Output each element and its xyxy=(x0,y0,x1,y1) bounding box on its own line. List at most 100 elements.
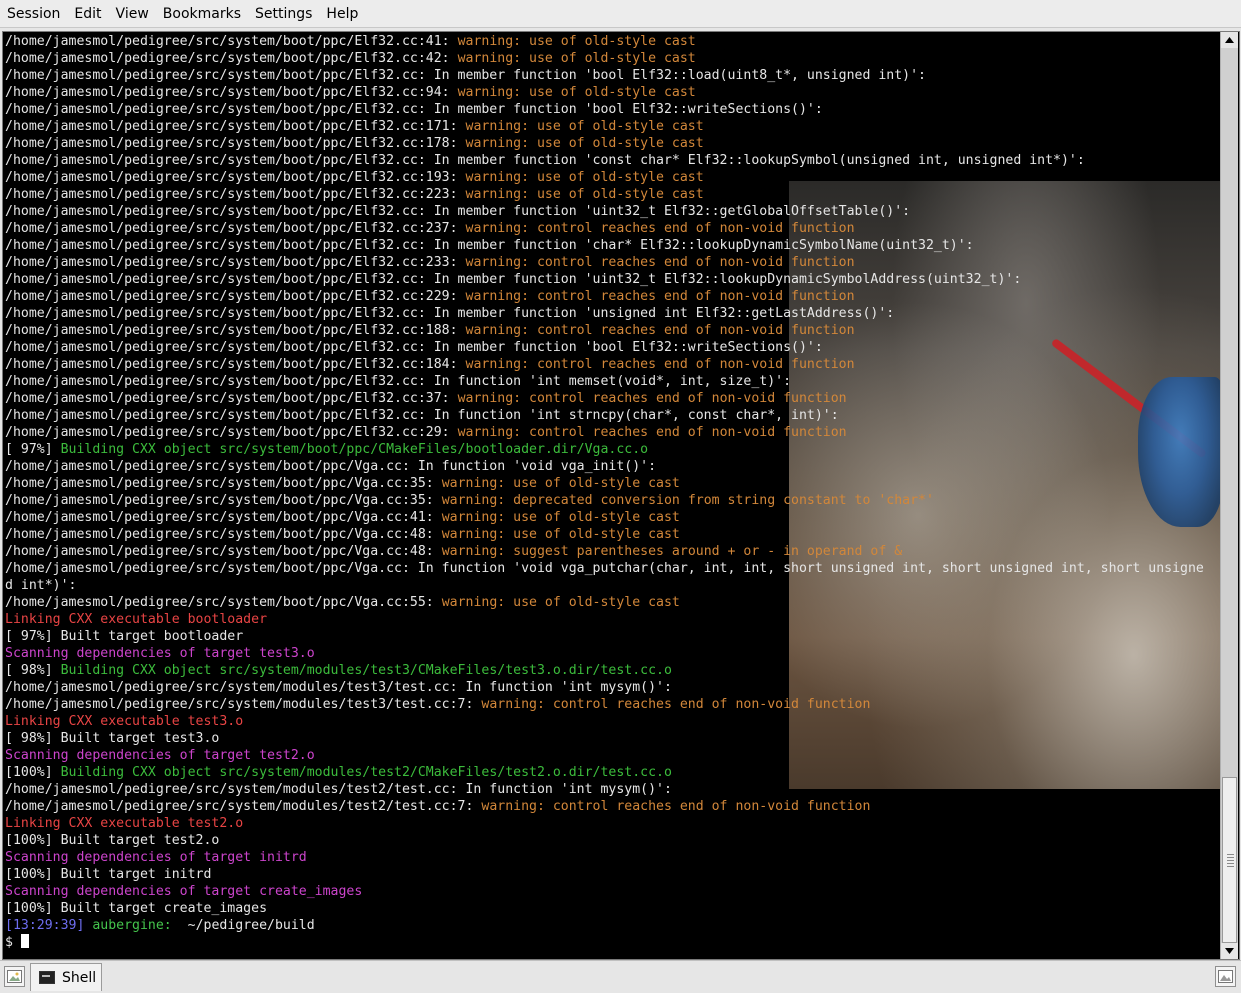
terminal-text-segment: warning: control reaches end of non-void… xyxy=(481,799,871,814)
terminal-text-segment: warning: use of old-style cast xyxy=(441,595,680,610)
menu-edit[interactable]: Edit xyxy=(67,6,108,22)
prompt-symbol: $ xyxy=(5,935,21,950)
scroll-track[interactable] xyxy=(1221,48,1238,943)
terminal-text-segment: Scanning dependencies of target initrd xyxy=(5,850,307,865)
terminal-text-segment: /home/jamesmol/pedigree/src/system/boot/… xyxy=(5,238,974,253)
terminal-line: /home/jamesmol/pedigree/src/system/boot/… xyxy=(5,254,1204,271)
scroll-down-button[interactable] xyxy=(1221,943,1238,959)
menu-session[interactable]: Session xyxy=(0,6,67,22)
terminal-text-segment: /home/jamesmol/pedigree/src/system/modul… xyxy=(5,782,672,797)
desktop-icon-glyph xyxy=(7,970,22,983)
terminal-line: /home/jamesmol/pedigree/src/system/boot/… xyxy=(5,220,1204,237)
terminal-line: /home/jamesmol/pedigree/src/system/boot/… xyxy=(5,475,1204,492)
terminal-text-segment: [ 97%] Built target bootloader xyxy=(5,629,244,644)
terminal-line: /home/jamesmol/pedigree/src/system/boot/… xyxy=(5,543,1204,560)
terminal-text-segment: /home/jamesmol/pedigree/src/system/boot/… xyxy=(5,187,466,202)
terminal-line: /home/jamesmol/pedigree/src/system/boot/… xyxy=(5,203,1204,220)
terminal-line: [100%] Building CXX object src/system/mo… xyxy=(5,764,1204,781)
terminal-line: /home/jamesmol/pedigree/src/system/boot/… xyxy=(5,305,1204,322)
terminal-text-segment: Scanning dependencies of target test3.o xyxy=(5,646,315,661)
terminal-text-segment: Linking CXX executable test2.o xyxy=(5,816,244,831)
terminal-text-segment: warning: use of old-style cast xyxy=(465,136,704,151)
terminal-output[interactable]: /home/jamesmol/pedigree/src/system/boot/… xyxy=(3,32,1220,959)
terminal-text-segment: warning: suggest parentheses around + or… xyxy=(441,544,903,559)
terminal-text-segment: warning: control reaches end of non-void… xyxy=(465,289,855,304)
terminal-text-segment: /home/jamesmol/pedigree/src/system/boot/… xyxy=(5,204,911,219)
terminal-text-segment: warning: control reaches end of non-void… xyxy=(465,323,855,338)
terminal-line: /home/jamesmol/pedigree/src/system/boot/… xyxy=(5,560,1204,577)
menu-bar: Session Edit View Bookmarks Settings Hel… xyxy=(0,0,1241,28)
terminal-text-segment: Linking CXX executable test3.o xyxy=(5,714,244,729)
terminal-text-segment: /home/jamesmol/pedigree/src/system/boot/… xyxy=(5,527,442,542)
pager-icon[interactable] xyxy=(1215,966,1236,987)
taskbar-tab-shell[interactable]: Shell xyxy=(30,963,102,991)
terminal-text-segment: Building CXX object src/system/boot/ppc/… xyxy=(60,442,649,457)
terminal-text-segment: Building CXX object src/system/modules/t… xyxy=(60,765,672,780)
triangle-up-icon xyxy=(1225,37,1234,43)
terminal-line: [ 97%] Building CXX object src/system/bo… xyxy=(5,441,1204,458)
terminal-text-segment: warning: use of old-style cast xyxy=(457,85,696,100)
terminal-line: /home/jamesmol/pedigree/src/system/boot/… xyxy=(5,118,1204,135)
terminal-text-segment: /home/jamesmol/pedigree/src/system/boot/… xyxy=(5,289,466,304)
terminal-line: Scanning dependencies of target create_i… xyxy=(5,883,1204,900)
terminal-line: /home/jamesmol/pedigree/src/system/boot/… xyxy=(5,50,1204,67)
terminal-text-segment: /home/jamesmol/pedigree/src/system/boot/… xyxy=(5,68,926,83)
terminal-line: Linking CXX executable bootloader xyxy=(5,611,1204,628)
terminal-text-segment: /home/jamesmol/pedigree/src/system/boot/… xyxy=(5,34,458,49)
terminal-line: Linking CXX executable test2.o xyxy=(5,815,1204,832)
terminal-text-segment: /home/jamesmol/pedigree/src/system/boot/… xyxy=(5,340,823,355)
terminal-line: /home/jamesmol/pedigree/src/system/boot/… xyxy=(5,458,1204,475)
terminal-text-segment: /home/jamesmol/pedigree/src/system/boot/… xyxy=(5,51,458,66)
terminal-text-segment: [13:29:39] xyxy=(5,918,93,933)
terminal-line: /home/jamesmol/pedigree/src/system/boot/… xyxy=(5,509,1204,526)
terminal-text-segment: /home/jamesmol/pedigree/src/system/boot/… xyxy=(5,153,1085,168)
terminal-text-segment: warning: use of old-style cast xyxy=(441,527,680,542)
terminal-line: Scanning dependencies of target initrd xyxy=(5,849,1204,866)
terminal-text-segment: /home/jamesmol/pedigree/src/system/boot/… xyxy=(5,357,466,372)
terminal-text-segment: /home/jamesmol/pedigree/src/system/boot/… xyxy=(5,306,895,321)
terminal-line: Scanning dependencies of target test2.o xyxy=(5,747,1204,764)
terminal-text-segment: warning: use of old-style cast xyxy=(465,119,704,134)
triangle-down-icon xyxy=(1225,948,1234,954)
terminal-line: /home/jamesmol/pedigree/src/system/boot/… xyxy=(5,288,1204,305)
terminal-icon xyxy=(39,971,55,984)
terminal-text-segment: warning: control reaches end of non-void… xyxy=(465,221,855,236)
desktop-icon[interactable] xyxy=(4,966,25,987)
terminal-line: [100%] Built target create_images xyxy=(5,900,1204,917)
terminal-text-segment: warning: use of old-style cast xyxy=(457,34,696,49)
menu-view[interactable]: View xyxy=(109,6,156,22)
terminal-text-segment: /home/jamesmol/pedigree/src/system/boot/… xyxy=(5,408,839,423)
terminal-prompt-line[interactable]: $ xyxy=(5,934,1204,951)
menu-help[interactable]: Help xyxy=(319,6,365,22)
terminal-line: /home/jamesmol/pedigree/src/system/boot/… xyxy=(5,424,1204,441)
scroll-up-button[interactable] xyxy=(1221,32,1238,48)
terminal-line: /home/jamesmol/pedigree/src/system/boot/… xyxy=(5,84,1204,101)
terminal-text-segment: /home/jamesmol/pedigree/src/system/boot/… xyxy=(5,323,466,338)
scroll-thumb[interactable] xyxy=(1222,777,1237,943)
terminal-line: /home/jamesmol/pedigree/src/system/boot/… xyxy=(5,237,1204,254)
terminal-line: /home/jamesmol/pedigree/src/system/boot/… xyxy=(5,339,1204,356)
menu-bookmarks[interactable]: Bookmarks xyxy=(156,6,248,22)
terminal-line: d int*)': xyxy=(5,577,1204,594)
terminal-line: /home/jamesmol/pedigree/src/system/modul… xyxy=(5,679,1204,696)
terminal-line: Scanning dependencies of target test3.o xyxy=(5,645,1204,662)
terminal-line: [13:29:39] aubergine: ~/pedigree/build xyxy=(5,917,1204,934)
terminal-line: /home/jamesmol/pedigree/src/system/boot/… xyxy=(5,492,1204,509)
terminal-text-segment: /home/jamesmol/pedigree/src/system/boot/… xyxy=(5,595,442,610)
terminal-text-segment: /home/jamesmol/pedigree/src/system/boot/… xyxy=(5,493,442,508)
terminal-text-segment: Building CXX object src/system/modules/t… xyxy=(60,663,672,678)
terminal-lines: /home/jamesmol/pedigree/src/system/boot/… xyxy=(5,33,1204,951)
terminal-line: [100%] Built target initrd xyxy=(5,866,1204,883)
terminal-text-segment: /home/jamesmol/pedigree/src/system/boot/… xyxy=(5,561,1204,576)
terminal-text-segment: warning: control reaches end of non-void… xyxy=(465,255,855,270)
terminal-text-segment: /home/jamesmol/pedigree/src/system/boot/… xyxy=(5,255,466,270)
terminal-line: /home/jamesmol/pedigree/src/system/boot/… xyxy=(5,33,1204,50)
terminal-scrollbar[interactable] xyxy=(1220,32,1238,959)
terminal-text-segment: warning: deprecated conversion from stri… xyxy=(441,493,934,508)
terminal-text-segment: /home/jamesmol/pedigree/src/system/boot/… xyxy=(5,85,458,100)
terminal-text-segment: /home/jamesmol/pedigree/src/system/boot/… xyxy=(5,391,458,406)
terminal-text-segment: warning: use of old-style cast xyxy=(457,51,696,66)
terminal-line: /home/jamesmol/pedigree/src/system/boot/… xyxy=(5,407,1204,424)
terminal-text-segment: /home/jamesmol/pedigree/src/system/modul… xyxy=(5,799,482,814)
menu-settings[interactable]: Settings xyxy=(248,6,319,22)
